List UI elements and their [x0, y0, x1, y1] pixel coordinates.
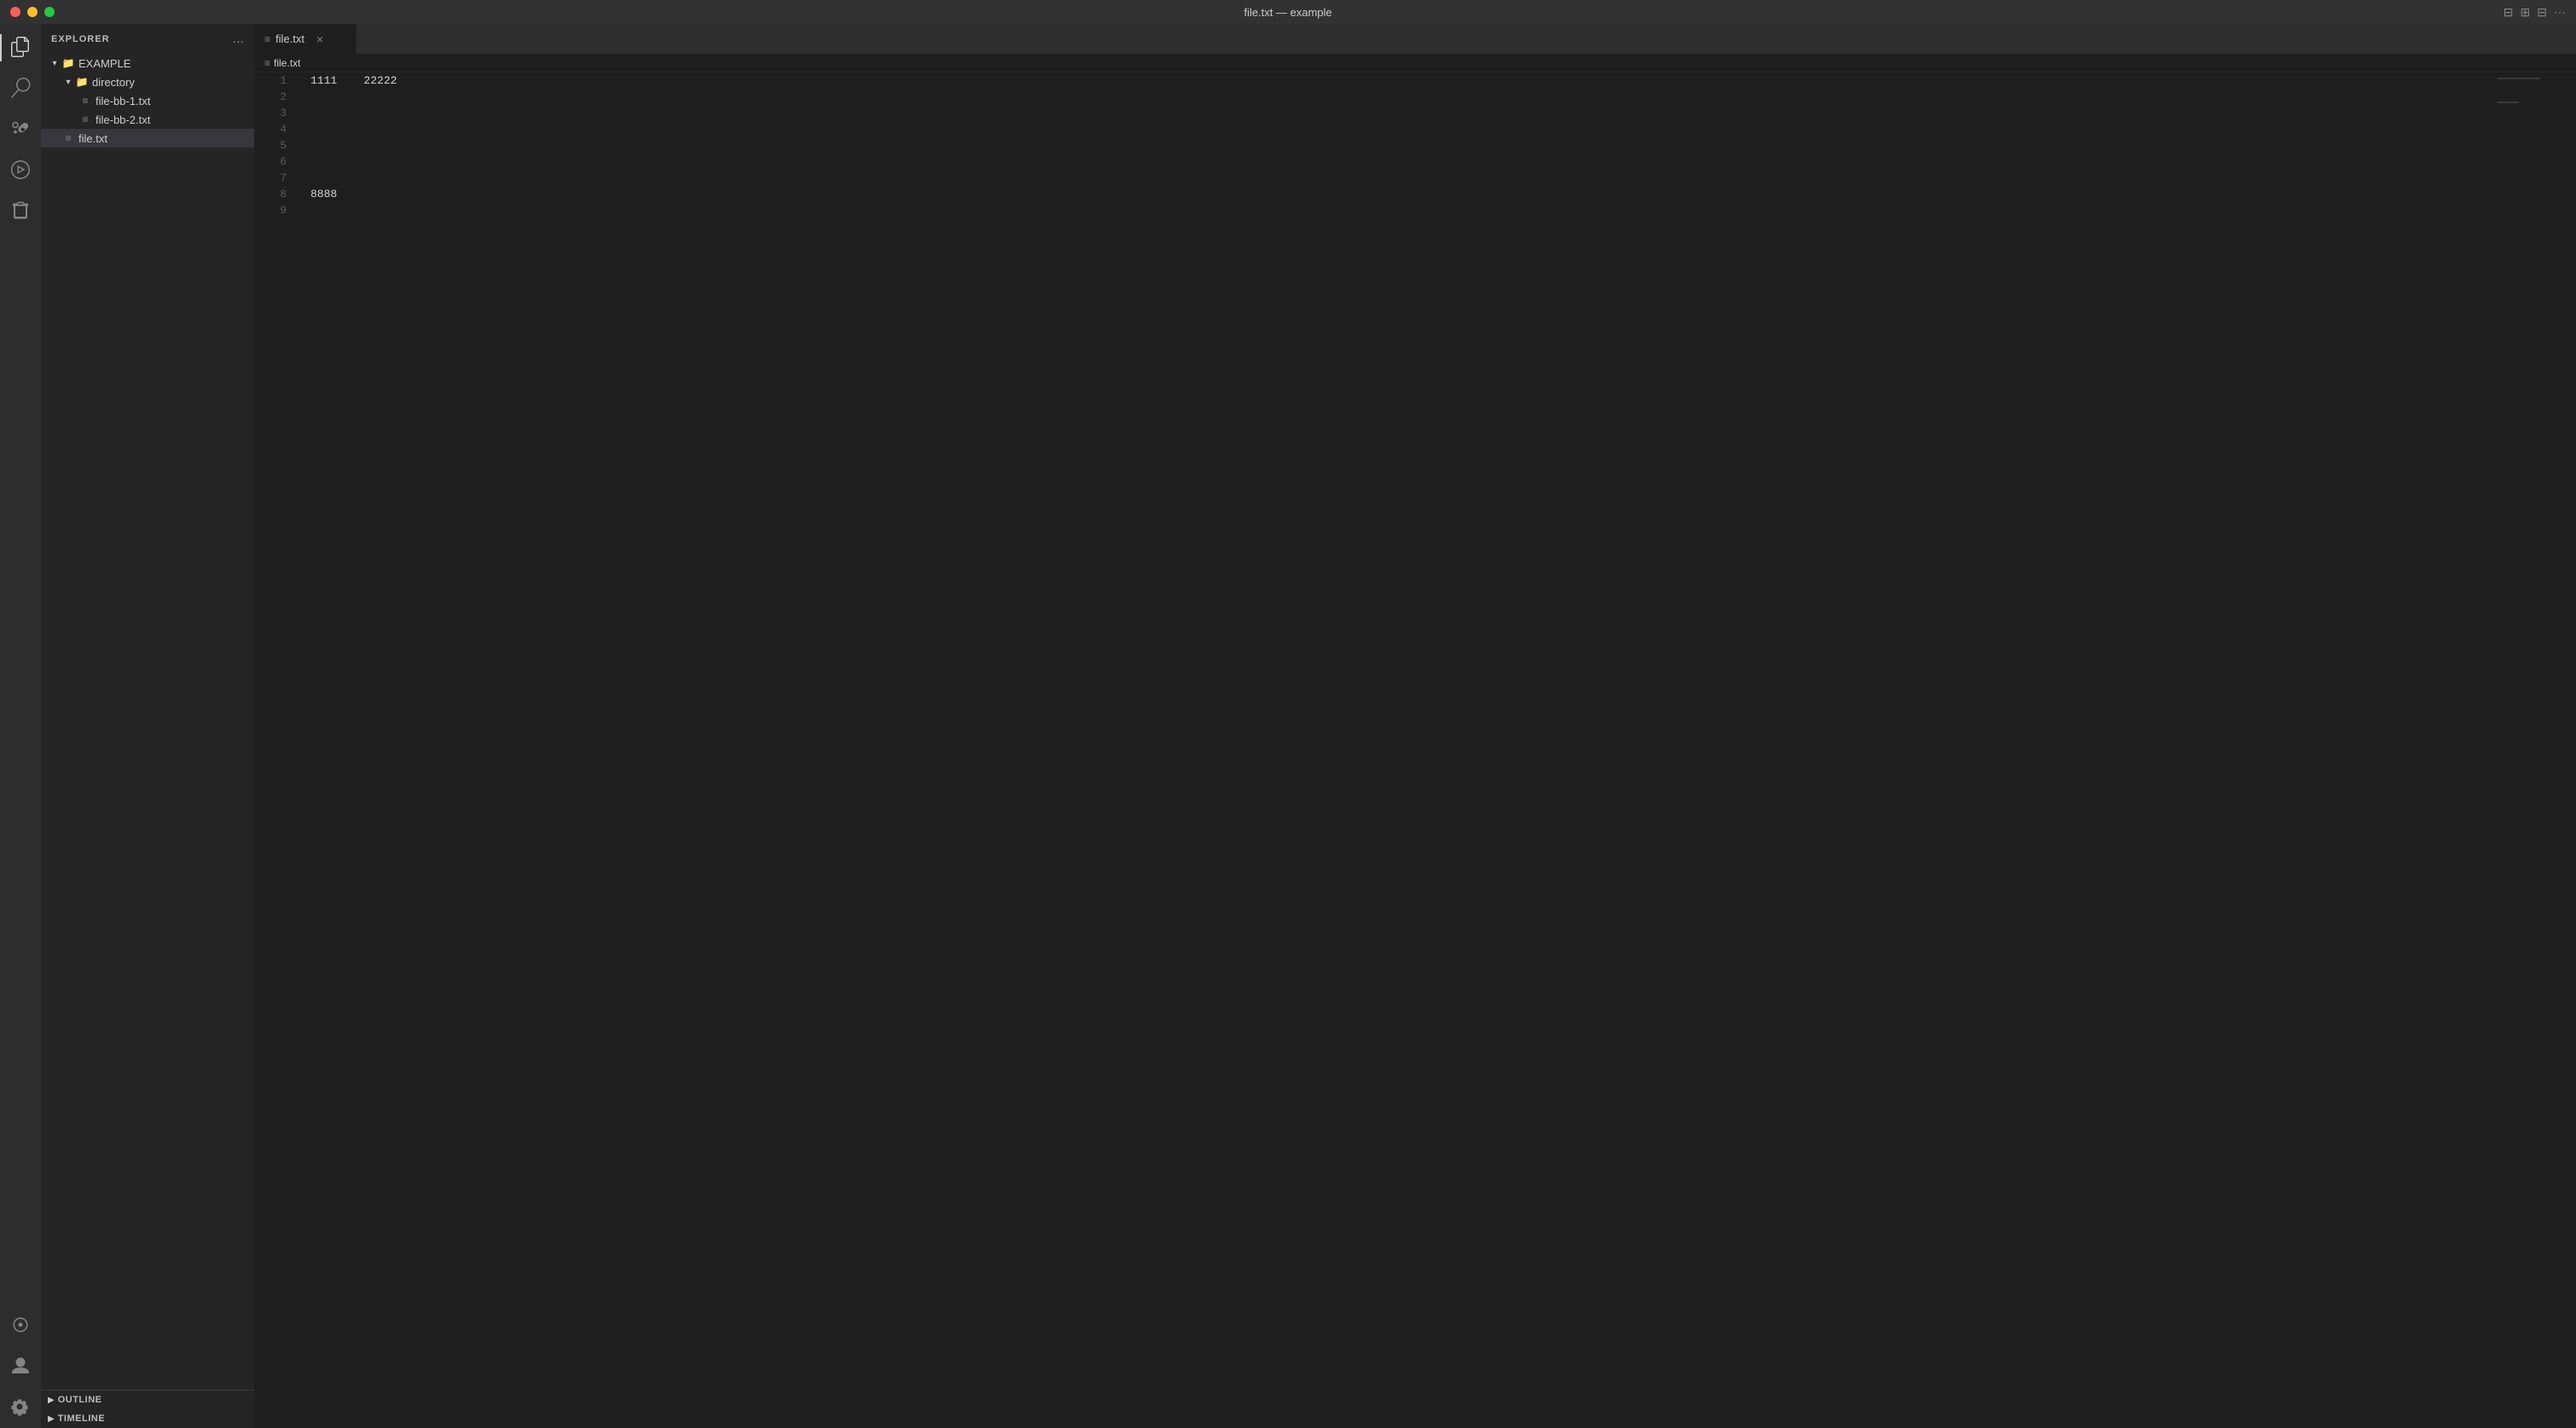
line-number-9: 9: [254, 202, 287, 218]
activity-bar: [0, 24, 41, 1428]
tree-label-directory: directory: [92, 76, 135, 89]
minimap: [2491, 73, 2576, 1428]
activity-run[interactable]: [0, 150, 41, 191]
chevron-right-icon: ▶: [48, 1414, 55, 1424]
accounts-icon: [10, 1355, 31, 1379]
split-icon[interactable]: ⊞: [2521, 5, 2531, 20]
tree-root-label: EXAMPLE: [78, 57, 131, 70]
traffic-lights: [10, 7, 55, 17]
sidebar-header: EXPLORER ...: [41, 24, 254, 54]
activity-extensions[interactable]: [0, 191, 41, 232]
file-txt-icon: ≡: [61, 131, 75, 145]
breadcrumb-file-icon: ≡: [264, 57, 270, 69]
sidebar-title: EXPLORER: [51, 34, 110, 44]
line-number-2: 2: [254, 89, 287, 105]
code-line-9: [310, 202, 2491, 218]
activity-explorer[interactable]: [0, 27, 41, 68]
breadcrumb: ≡ file.txt: [254, 54, 2576, 73]
editor-area: ≡ file.txt × ≡ file.txt 1 2 3 4 5 6 7: [254, 24, 2576, 1428]
code-line-2: [310, 89, 2491, 105]
maximize-button[interactable]: [44, 7, 55, 17]
chevron-down-icon: ▾: [48, 56, 61, 70]
code-line-5: [310, 137, 2491, 154]
line-number-3: 3: [254, 105, 287, 121]
code-line-4: [310, 121, 2491, 137]
tree-item-directory[interactable]: ▾ 📁 directory: [41, 73, 254, 91]
code-line-3: [310, 105, 2491, 121]
more-actions-button[interactable]: ...: [233, 32, 244, 47]
layout2-icon[interactable]: ⊟: [2537, 5, 2547, 20]
menu-icon[interactable]: ⋯: [2554, 5, 2566, 20]
explorer-icon: [10, 37, 31, 60]
line-number-8: 8: [254, 186, 287, 202]
code-line-1: 1111 22222: [310, 73, 2491, 89]
activity-remote[interactable]: [0, 1305, 41, 1346]
outline-label: OUTLINE: [58, 1395, 102, 1405]
sidebar-content: ▾ 📁 EXAMPLE ▾ 📁 directory ≡ file-bb-1.tx…: [41, 54, 254, 1390]
line-number-1: 1: [254, 73, 287, 89]
sidebar-bottom: ▶ OUTLINE ▶ TIMELINE: [41, 1390, 254, 1428]
chevron-right-icon: ▶: [48, 1396, 55, 1405]
line-number-4: 4: [254, 121, 287, 137]
close-button[interactable]: [10, 7, 20, 17]
tab-file-icon: ≡: [264, 33, 270, 45]
chevron-down-icon: ▾: [61, 75, 75, 89]
activity-settings[interactable]: [0, 1387, 41, 1428]
timeline-label: TIMELINE: [58, 1413, 105, 1424]
layout-icon[interactable]: ⊟: [2503, 5, 2514, 20]
tree-item-file-bb-2[interactable]: ≡ file-bb-2.txt: [41, 110, 254, 129]
activity-accounts[interactable]: [0, 1346, 41, 1387]
line-numbers: 1 2 3 4 5 6 7 8 9: [254, 73, 297, 1428]
breadcrumb-file: ≡ file.txt: [264, 57, 300, 69]
window-title: file.txt — example: [1244, 6, 1332, 19]
tab-file-txt[interactable]: ≡ file.txt ×: [254, 24, 357, 54]
tree-root-example[interactable]: ▾ 📁 EXAMPLE: [41, 54, 254, 73]
file-icon: ≡: [78, 113, 92, 126]
source-control-icon: [10, 119, 31, 142]
code-line-8: 8888: [310, 186, 2491, 202]
tree-label-file-bb-1: file-bb-1.txt: [96, 95, 150, 107]
editor-content[interactable]: 1 2 3 4 5 6 7 8 9 1111 22222 8888: [254, 73, 2576, 1428]
extensions-icon: [10, 200, 31, 223]
activity-search[interactable]: [0, 68, 41, 109]
code-editor[interactable]: 1111 22222 8888: [297, 73, 2491, 1428]
search-icon: [10, 78, 31, 101]
line-number-5: 5: [254, 137, 287, 154]
main-layout: EXPLORER ... ▾ 📁 EXAMPLE ▾ 📁 directory ≡…: [0, 24, 2576, 1428]
code-line-7: [310, 170, 2491, 186]
tree-label-file-txt: file.txt: [78, 132, 107, 145]
tab-bar: ≡ file.txt ×: [254, 24, 2576, 54]
outline-section-header[interactable]: ▶ OUTLINE: [41, 1390, 254, 1409]
tree-item-file-txt[interactable]: ≡ file.txt: [41, 129, 254, 148]
tree-item-file-bb-1[interactable]: ≡ file-bb-1.txt: [41, 91, 254, 110]
minimize-button[interactable]: [27, 7, 38, 17]
remote-icon: [10, 1315, 31, 1338]
tree-label-file-bb-2: file-bb-2.txt: [96, 113, 150, 126]
folder-icon: 📁: [75, 75, 89, 89]
sidebar: EXPLORER ... ▾ 📁 EXAMPLE ▾ 📁 directory ≡…: [41, 24, 254, 1428]
timeline-section-header[interactable]: ▶ TIMELINE: [41, 1409, 254, 1428]
line-number-7: 7: [254, 170, 287, 186]
file-icon: ≡: [78, 94, 92, 107]
run-icon: [10, 160, 31, 183]
titlebar: file.txt — example ⊟ ⊞ ⊟ ⋯: [0, 0, 2576, 24]
code-line-6: [310, 154, 2491, 170]
activity-source-control[interactable]: [0, 109, 41, 150]
titlebar-right-icons: ⊟ ⊞ ⊟ ⋯: [2503, 5, 2566, 20]
settings-icon: [10, 1396, 31, 1419]
breadcrumb-file-label: file.txt: [274, 57, 300, 69]
folder-open-icon: 📁: [61, 56, 75, 70]
tab-label: file.txt: [276, 32, 305, 45]
tab-close-button[interactable]: ×: [313, 32, 327, 46]
line-number-6: 6: [254, 154, 287, 170]
